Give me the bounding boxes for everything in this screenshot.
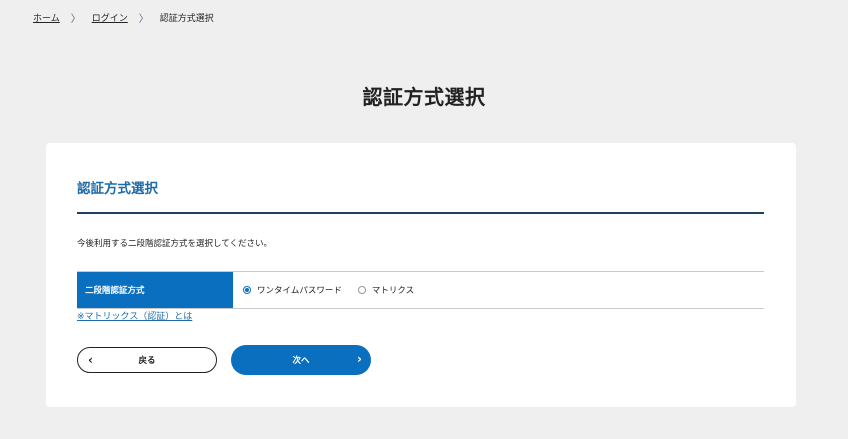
page-title: 認証方式選択	[362, 85, 486, 110]
breadcrumb-current: 認証方式選択	[159, 14, 214, 24]
breadcrumb: ホーム 〉 ログイン 〉 認証方式選択	[33, 10, 214, 25]
card-title: 認証方式選択	[77, 181, 158, 197]
chevron-right-icon: 〉	[70, 14, 81, 25]
chevron-right-icon: 〉	[138, 14, 149, 25]
auth-method-card: 認証方式選択 今後利用する二段階認証方式を選択してください。 二段階認証方式 ワ…	[46, 143, 796, 407]
chevron-left-icon: ‹	[88, 353, 93, 367]
instruction-text: 今後利用する二段階認証方式を選択してください。	[77, 239, 272, 249]
back-button[interactable]: ‹ 戻る	[77, 347, 217, 373]
option-matrix[interactable]: マトリクス	[357, 284, 415, 296]
breadcrumb-login-link[interactable]: ログイン	[92, 11, 128, 24]
next-button-label: 次へ	[292, 356, 310, 366]
next-button[interactable]: 次へ ›	[231, 345, 371, 375]
auth-method-options: ワンタイムパスワード マトリクス	[233, 272, 414, 308]
matrix-help-link[interactable]: ※マトリックス（認証）とは	[77, 309, 192, 322]
option-label: ワンタイムパスワード	[257, 286, 342, 296]
divider	[77, 212, 764, 214]
radio-matrix[interactable]	[357, 286, 366, 294]
breadcrumb-home-link[interactable]: ホーム	[33, 11, 60, 24]
chevron-right-icon: ›	[357, 352, 362, 366]
option-one-time-password[interactable]: ワンタイムパスワード	[243, 284, 342, 296]
auth-method-row: 二段階認証方式 ワンタイムパスワード マトリクス	[77, 271, 764, 309]
radio-one-time-password[interactable]	[243, 286, 251, 294]
auth-method-label: 二段階認証方式	[77, 272, 233, 308]
back-button-label: 戻る	[138, 356, 156, 366]
option-label: マトリクス	[371, 286, 415, 296]
